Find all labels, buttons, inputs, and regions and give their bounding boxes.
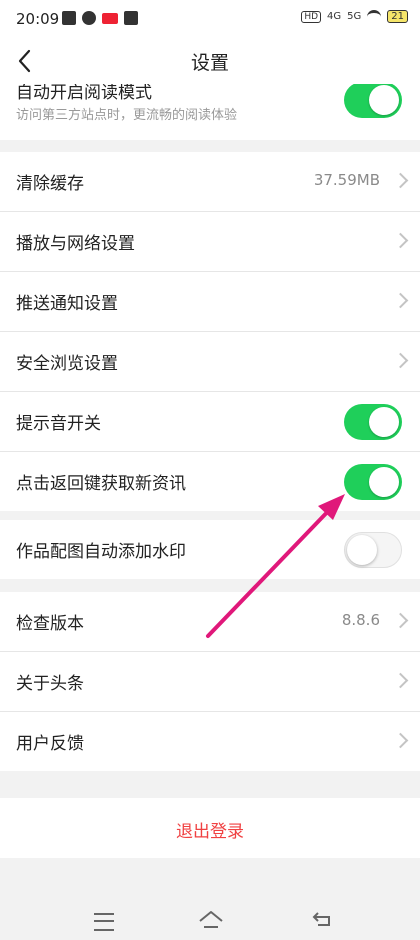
clear-cache-label: 清除缓存 [16, 174, 84, 194]
toggle-knob [369, 467, 399, 497]
chevron-right-icon [392, 352, 409, 369]
push-notification-row[interactable]: 推送通知设置 [0, 272, 420, 332]
logout-button[interactable]: 退出登录 [0, 798, 420, 858]
signal-4g-label: 4G [327, 11, 342, 22]
book-icon [124, 11, 138, 25]
settings-group-about: 检查版本 8.8.6 关于头条 用户反馈 [0, 592, 420, 771]
hd-icon: HD [301, 10, 322, 23]
notification-icons [62, 11, 138, 25]
signal-5g-label: 5G [347, 11, 362, 22]
about-label: 关于头条 [16, 674, 84, 694]
status-time: 20:09 [16, 10, 60, 28]
menu-icon[interactable] [94, 913, 114, 931]
back-refresh-label: 点击返回键获取新资讯 [16, 474, 186, 494]
back-refresh-row: 点击返回键获取新资讯 [0, 452, 420, 511]
chevron-right-icon [392, 232, 409, 249]
battery-icon: 21 [387, 10, 408, 23]
logout-label: 退出登录 [176, 822, 244, 842]
home-icon[interactable] [198, 909, 224, 929]
page-title: 设置 [190, 52, 229, 74]
read-mode-title: 自动开启阅读模式 [16, 84, 152, 103]
chevron-right-icon [392, 172, 409, 189]
playback-network-row[interactable]: 播放与网络设置 [0, 212, 420, 272]
cache-size-value: 37.59MB [313, 171, 380, 189]
check-version-label: 检查版本 [16, 614, 84, 634]
wifi-icon [367, 10, 382, 23]
playback-network-label: 播放与网络设置 [16, 234, 135, 254]
feedback-row[interactable]: 用户反馈 [0, 712, 420, 771]
chevron-right-icon [392, 732, 409, 749]
sound-toggle[interactable] [344, 404, 402, 440]
watermark-row: 作品配图自动添加水印 [0, 520, 420, 579]
about-row[interactable]: 关于头条 [0, 652, 420, 712]
read-mode-toggle[interactable] [344, 84, 402, 118]
safe-browsing-row[interactable]: 安全浏览设置 [0, 332, 420, 392]
feedback-label: 用户反馈 [16, 734, 84, 754]
toggle-knob [369, 85, 399, 115]
nav-header: 设置 [0, 38, 420, 84]
watermark-toggle[interactable] [344, 532, 402, 568]
clear-cache-row[interactable]: 清除缓存 37.59MB [0, 152, 420, 212]
system-icons: HD 4G 5G 21 [301, 10, 408, 23]
check-version-row[interactable]: 检查版本 8.8.6 [0, 592, 420, 652]
read-mode-subtitle: 访问第三方站点时，更流畅的阅读体验 [16, 108, 238, 123]
version-value: 8.8.6 [341, 611, 380, 629]
settings-group-watermark: 作品配图自动添加水印 [0, 520, 420, 579]
watermark-label: 作品配图自动添加水印 [16, 542, 186, 562]
push-notification-label: 推送通知设置 [16, 294, 118, 314]
system-nav-bar [0, 893, 420, 940]
chevron-right-icon [392, 292, 409, 309]
safe-browsing-label: 安全浏览设置 [16, 354, 118, 374]
chevron-right-icon [392, 612, 409, 629]
app-notification-icon [82, 11, 96, 25]
toggle-knob [347, 535, 377, 565]
back-refresh-toggle[interactable] [344, 464, 402, 500]
app-notification-icon [102, 12, 118, 24]
settings-group-main: 清除缓存 37.59MB 播放与网络设置 推送通知设置 安全浏览设置 提示音开关… [0, 152, 420, 511]
app-notification-icon [62, 11, 76, 25]
sound-switch-row: 提示音开关 [0, 392, 420, 452]
toggle-knob [369, 407, 399, 437]
status-bar: 20:09 HD 4G 5G 21 [0, 0, 420, 38]
return-icon[interactable] [312, 911, 334, 927]
chevron-right-icon [392, 672, 409, 689]
sound-switch-label: 提示音开关 [16, 414, 101, 434]
read-mode-row[interactable]: 自动开启阅读模式 访问第三方站点时，更流畅的阅读体验 [0, 84, 420, 140]
